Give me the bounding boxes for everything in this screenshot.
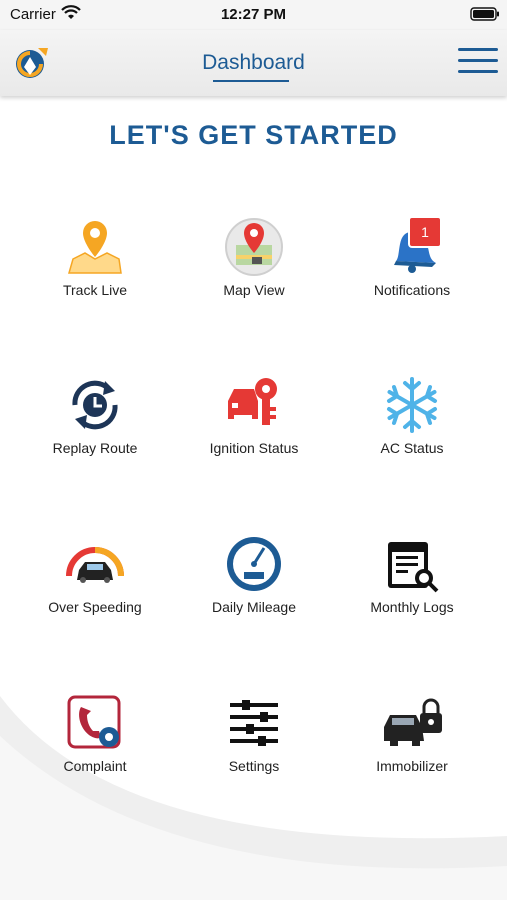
tile-label: Settings (228, 758, 280, 774)
tile-immobilizer[interactable]: Immobilizer (337, 693, 487, 803)
map-view-icon (225, 218, 283, 276)
notification-badge: 1 (408, 216, 442, 248)
menu-line-icon (458, 59, 498, 62)
tile-ignition-status[interactable]: Ignition Status (179, 375, 329, 485)
battery-icon (470, 7, 499, 21)
menu-line-icon (458, 70, 498, 73)
sliders-icon (230, 700, 278, 746)
tile-label: Daily Mileage (211, 599, 297, 615)
tile-daily-mileage[interactable]: Daily Mileage (179, 534, 329, 644)
nav-bar: Dashboard (0, 30, 507, 96)
tile-map-view[interactable]: Map View (179, 217, 329, 327)
tile-label: Replay Route (52, 440, 138, 456)
tile-label: Notifications (373, 282, 451, 298)
tile-label: Map View (223, 282, 285, 298)
tile-monthly-logs[interactable]: Monthly Logs (337, 534, 487, 644)
tile-label: Ignition Status (209, 440, 299, 456)
menu-line-icon (458, 48, 498, 51)
replay-clock-icon (72, 380, 118, 430)
tile-over-speeding[interactable]: Over Speeding (20, 534, 170, 644)
speedometer-car-icon (66, 547, 124, 583)
tile-label: Monthly Logs (370, 599, 454, 615)
page-heading: LET'S GET STARTED (109, 120, 398, 150)
calendar-log-icon (388, 542, 439, 593)
complaint-phone-icon (67, 695, 121, 749)
tile-complaint[interactable]: Complaint (20, 693, 170, 803)
clock: 12:27 PM (220, 6, 287, 23)
tile-label: Complaint (63, 758, 127, 774)
tile-track-live[interactable]: Track Live (20, 217, 170, 327)
page-title: Dashboard (202, 51, 305, 74)
tile-settings[interactable]: Settings (179, 693, 329, 803)
tile-label: AC Status (380, 440, 444, 456)
car-lock-icon (384, 698, 442, 746)
tile-ac-status[interactable]: AC Status (337, 375, 487, 485)
tile-label: Over Speeding (48, 599, 142, 615)
tile-label: Immobilizer (376, 758, 448, 774)
status-bar: Carrier 12:27 PM (0, 0, 507, 30)
tile-replay-route[interactable]: Replay Route (20, 375, 170, 485)
title-underline (213, 80, 289, 82)
tile-label: Track Live (62, 282, 128, 298)
hamburger-menu-button[interactable] (458, 48, 498, 78)
odometer-icon (227, 537, 281, 591)
map-pin-icon (68, 221, 122, 274)
snowflake-icon (387, 377, 437, 433)
ignition-icon (228, 378, 277, 425)
